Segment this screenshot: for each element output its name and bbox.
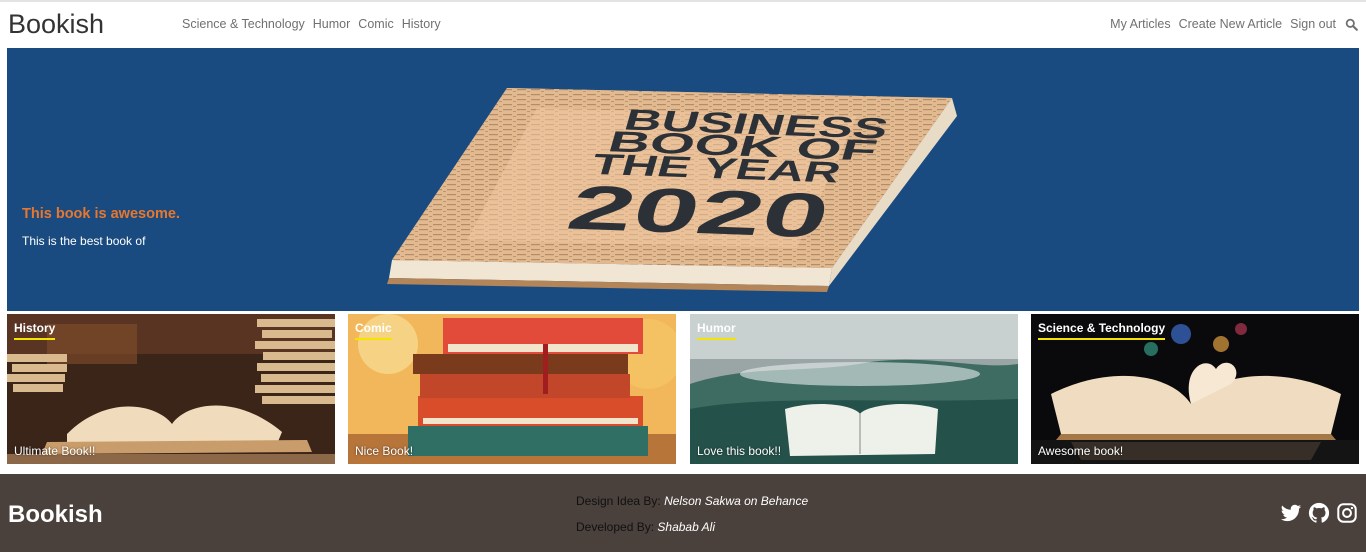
category-nav: Science & Technology Humor Comic History xyxy=(182,17,441,31)
humor-card-image xyxy=(690,314,1018,464)
create-article-link[interactable]: Create New Article xyxy=(1179,17,1283,31)
featured-excerpt: This is the best book of xyxy=(22,234,146,248)
design-credit-link[interactable]: Nelson Sakwa on Behance xyxy=(664,494,808,508)
nav-comic[interactable]: Comic xyxy=(358,17,393,31)
design-credit: Design Idea By: Nelson Sakwa on Behance xyxy=(576,494,808,520)
category-card-comic[interactable]: Comic Nice Book! xyxy=(348,314,676,464)
instagram-icon[interactable] xyxy=(1336,502,1358,524)
card-article-title[interactable]: Ultimate Book!! xyxy=(14,444,95,458)
github-icon[interactable] xyxy=(1308,502,1330,524)
sign-out-link[interactable]: Sign out xyxy=(1290,17,1336,31)
social-links xyxy=(1280,502,1358,524)
category-cards: History Ultimate Book!! Comic Nice Book! xyxy=(7,314,1359,464)
twitter-icon[interactable] xyxy=(1280,502,1302,524)
developer-credit-label: Developed By: xyxy=(576,520,655,534)
category-card-science-technology[interactable]: Science & Technology Awesome book! xyxy=(1031,314,1359,464)
footer: Bookish Design Idea By: Nelson Sakwa on … xyxy=(0,474,1366,552)
navbar: Bookish Science & Technology Humor Comic… xyxy=(0,2,1366,48)
credits: Design Idea By: Nelson Sakwa on Behance … xyxy=(576,494,808,546)
card-category-label[interactable]: Science & Technology xyxy=(1038,321,1166,340)
user-nav: My Articles Create New Article Sign out xyxy=(1110,17,1358,31)
category-card-humor[interactable]: Humor Love this book!! xyxy=(690,314,1018,464)
card-category-label[interactable]: History xyxy=(14,321,56,340)
featured-book-image: BUSINESS BOOK OF THE YEAR 2020 xyxy=(387,88,957,292)
card-category-label[interactable]: Comic xyxy=(355,321,392,340)
design-credit-label: Design Idea By: xyxy=(576,494,661,508)
developer-credit: Developed By: Shabab Ali xyxy=(576,520,808,546)
category-card-history[interactable]: History Ultimate Book!! xyxy=(7,314,335,464)
card-category-label[interactable]: Humor xyxy=(697,321,736,340)
my-articles-link[interactable]: My Articles xyxy=(1110,17,1170,31)
nav-science-technology[interactable]: Science & Technology xyxy=(182,17,305,31)
brand-logo[interactable]: Bookish xyxy=(8,9,104,40)
comic-card-image xyxy=(348,314,676,464)
book-cover-line: 2020 xyxy=(560,173,837,251)
history-card-image xyxy=(7,314,335,464)
featured-article[interactable]: This book is awesome. This is the best b… xyxy=(7,48,1359,311)
nav-humor[interactable]: Humor xyxy=(313,17,351,31)
featured-title[interactable]: This book is awesome. xyxy=(22,206,180,222)
card-article-title[interactable]: Awesome book! xyxy=(1038,444,1123,458)
card-article-title[interactable]: Love this book!! xyxy=(697,444,781,458)
nav-history[interactable]: History xyxy=(402,17,441,31)
footer-brand: Bookish xyxy=(8,501,103,528)
search-icon[interactable] xyxy=(1345,18,1358,31)
developer-credit-link[interactable]: Shabab Ali xyxy=(657,520,715,534)
card-article-title[interactable]: Nice Book! xyxy=(355,444,413,458)
